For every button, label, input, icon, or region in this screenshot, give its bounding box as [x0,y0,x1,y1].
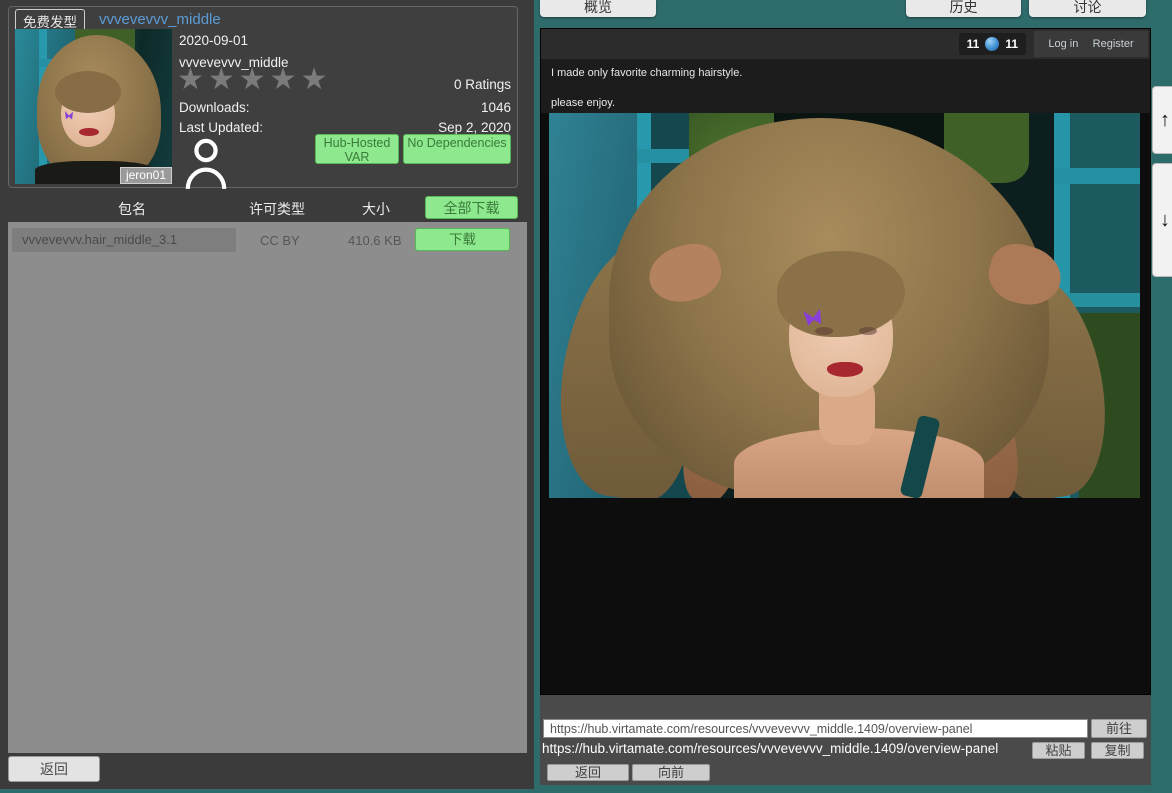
reaction-blue-icon [985,37,999,51]
browser-back-button[interactable]: 返回 [547,764,629,781]
column-header-license: 许可类型 [249,199,305,219]
current-url-text: https://hub.virtamate.com/resources/vvve… [542,741,998,756]
browser-forward-button[interactable]: 向前 [632,764,710,781]
download-button[interactable]: 下载 [415,228,510,251]
package-list: vvvevevvv.hair_middle_3.1 CC BY 410.6 KB… [8,222,527,753]
hub-webview-panel: 11 11 Log in Register I made only favori… [540,28,1151,695]
figure-eye-left [815,327,833,335]
register-link[interactable]: Register [1093,38,1134,50]
thumbnail-lips [79,128,99,136]
release-date: 2020-09-01 [179,33,248,48]
description-line-2: please enjoy. [551,97,615,109]
scene-window-bar [1054,168,1140,184]
downloads-value: 1046 [481,100,511,115]
figure-eye-right [859,327,877,335]
webview-header-bar: 11 11 Log in Register [541,29,1150,59]
author-name-chip: jeron01 [120,167,172,184]
downloads-label: Downloads: [179,100,250,115]
reaction-counter: 11 11 [959,33,1026,55]
hub-hosted-var-badge: Hub-Hosted VAR [315,134,399,164]
tab-overview[interactable]: 概览 [540,0,656,17]
description-zone: I made only favorite charming hairstyle.… [541,59,1150,113]
download-all-button[interactable]: 全部下载 [425,196,518,219]
account-links: Log in Register [1034,31,1148,57]
go-button[interactable]: 前往 [1091,719,1147,738]
up-arrow-icon: ↑ [1160,109,1170,131]
thumbnail-bangs [55,71,121,113]
browser-controls-bar: 前往 https://hub.virtamate.com/resources/v… [540,695,1151,785]
paste-button[interactable]: 粘贴 [1032,742,1085,759]
size-cell: 410.6 KB [348,233,402,248]
likes-count-right: 11 [1005,37,1018,51]
scroll-up-button[interactable]: ↑ [1152,86,1172,154]
tab-discussion[interactable]: 讨论 [1029,0,1146,17]
login-link[interactable]: Log in [1048,38,1078,50]
resource-info-card: 免费发型 vvvevevvv_middle jeron01 2020-09-01… [8,6,518,188]
likes-count-left: 11 [967,37,980,51]
resource-preview-image [549,113,1140,498]
copy-button[interactable]: 复制 [1091,742,1144,759]
scroll-down-button[interactable]: ↓ [1152,163,1172,277]
column-header-package: 包名 [118,199,146,219]
back-button[interactable]: 返回 [8,756,100,782]
tab-history[interactable]: 历史 [906,0,1021,17]
column-header-size: 大小 [362,199,390,219]
figure-lips [827,362,863,377]
last-updated-label: Last Updated: [179,120,263,135]
creator-person-icon [183,135,229,189]
rating-stars-icon: ★★★★★ [177,65,331,95]
resource-title-link[interactable]: vvvevevvv_middle [99,11,221,28]
package-name-cell[interactable]: vvvevevvv.hair_middle_3.1 [12,228,236,252]
description-line-1: I made only favorite charming hairstyle. [551,67,742,79]
resource-thumbnail[interactable]: jeron01 [15,29,172,184]
last-updated-value: Sep 2, 2020 [438,120,511,135]
url-input[interactable] [543,719,1088,738]
resource-info-panel: 免费发型 vvvevevvv_middle jeron01 2020-09-01… [0,0,534,789]
license-cell: CC BY [260,233,300,248]
ratings-count: 0 Ratings [454,77,511,92]
app-window: 免费发型 vvvevevvv_middle jeron01 2020-09-01… [0,0,1172,793]
down-arrow-icon: ↓ [1160,209,1170,231]
no-dependencies-badge: No Dependencies [403,134,511,164]
